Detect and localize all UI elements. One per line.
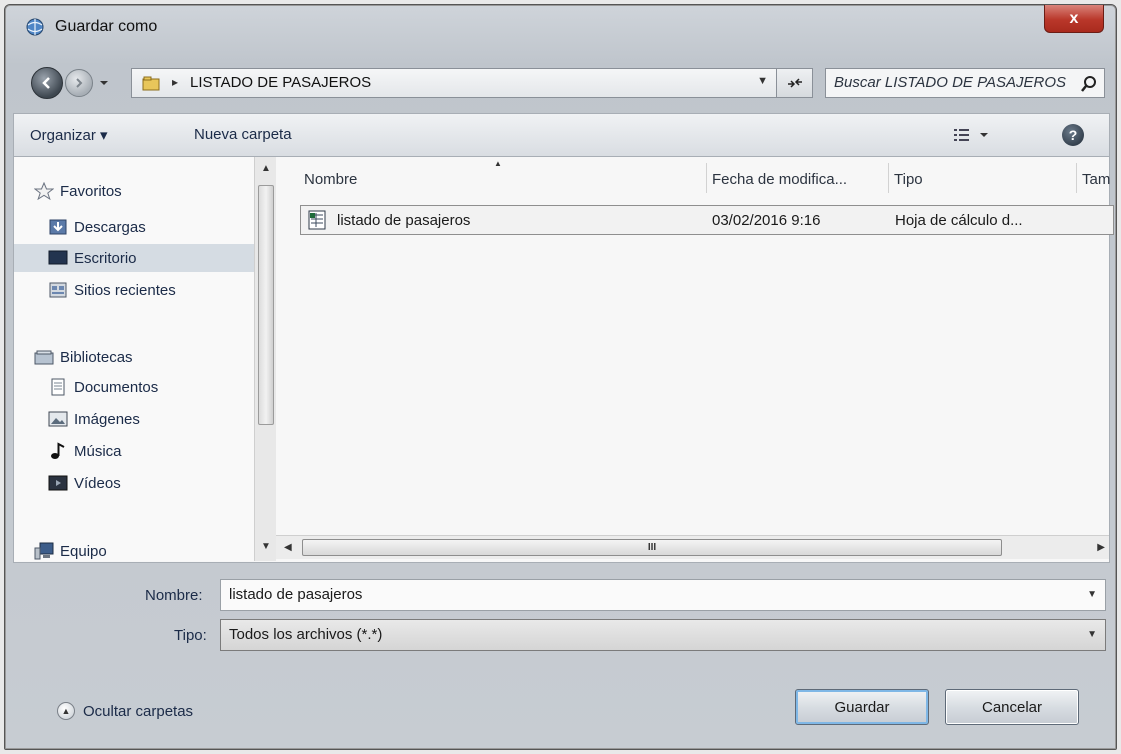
sidebar-item-videos[interactable]: Vídeos [14, 469, 254, 497]
videos-icon [48, 475, 68, 491]
file-date: 03/02/2016 9:16 [712, 212, 821, 229]
column-header-name[interactable]: Nombre [304, 171, 357, 188]
cancel-button[interactable]: Cancelar [945, 689, 1079, 725]
back-button[interactable] [31, 67, 63, 99]
recent-places-icon [49, 282, 67, 298]
file-type: Hoja de cálculo d... [895, 212, 1023, 229]
star-icon [34, 182, 54, 200]
documents-icon [51, 378, 65, 396]
search-icon[interactable] [1080, 75, 1098, 93]
dialog-title: Guardar como [55, 18, 158, 35]
sidebar-item-label: Bibliotecas [60, 348, 133, 366]
search-box[interactable]: Buscar LISTADO DE PASAJEROS [825, 68, 1105, 98]
chevron-down-icon[interactable]: ▼ [1087, 629, 1097, 640]
hide-folders-toggle[interactable]: ▲ Ocultar carpetas [57, 702, 193, 720]
column-divider[interactable] [888, 163, 889, 193]
scroll-down-arrow-icon[interactable]: ▼ [261, 541, 271, 552]
search-input[interactable]: Buscar LISTADO DE PASAJEROS [834, 74, 1066, 91]
close-button[interactable]: x [1044, 5, 1104, 33]
help-button[interactable]: ? [1062, 124, 1084, 146]
new-folder-button[interactable]: Nueva carpeta [194, 126, 292, 143]
collapse-arrow-icon: ▲ [57, 702, 75, 720]
breadcrumb-chevron-icon[interactable]: ▸ [172, 75, 178, 89]
scroll-up-arrow-icon[interactable]: ▲ [261, 163, 271, 174]
sidebar-item-label: Música [74, 442, 122, 460]
forward-button[interactable] [65, 69, 93, 97]
sidebar-item-musica[interactable]: Música [14, 437, 254, 465]
sidebar-item-label: Descargas [74, 218, 146, 236]
file-list-horizontal-scrollbar[interactable]: ◀ III ▶ [276, 535, 1109, 559]
column-header-type[interactable]: Tipo [894, 171, 923, 188]
title-bar[interactable]: Guardar como x [5, 5, 1116, 55]
music-icon [51, 442, 65, 459]
forward-arrow-icon [76, 78, 83, 88]
organize-menu-button[interactable]: Organizar ▾ [30, 126, 108, 144]
column-divider[interactable] [1076, 163, 1077, 193]
recent-locations-dropdown-icon[interactable] [97, 76, 111, 90]
sort-indicator-icon: ▲ [494, 159, 502, 168]
app-globe-icon [26, 18, 44, 36]
scroll-thumb[interactable]: III [302, 539, 1002, 556]
libraries-icon [34, 350, 54, 365]
pictures-icon [48, 411, 68, 427]
back-arrow-icon [42, 77, 50, 89]
sidebar-item-label: Favoritos [60, 182, 122, 200]
change-view-icon[interactable] [950, 124, 1000, 146]
sidebar-item-favoritos[interactable]: Favoritos [14, 177, 254, 205]
column-header-size[interactable]: Tam [1082, 171, 1110, 188]
file-type-label: Tipo: [174, 627, 207, 644]
sidebar-item-descargas[interactable]: Descargas [14, 213, 254, 241]
file-type-value[interactable]: Todos los archivos (*.*) [229, 626, 382, 643]
file-name-field[interactable]: listado de pasajeros ▼ [220, 579, 1106, 611]
file-list-pane: Nombre ▲ Fecha de modifica... Tipo Tam l… [276, 157, 1114, 561]
sidebar-item-equipo[interactable]: Equipo [14, 537, 254, 565]
breadcrumb-current-folder[interactable]: LISTADO DE PASAJEROS [190, 74, 371, 91]
column-header-date[interactable]: Fecha de modifica... [712, 171, 847, 188]
save-as-dialog: Guardar como x ▸ LISTADO DE PASAJEROS ▼ [4, 4, 1117, 750]
hide-folders-label: Ocultar carpetas [83, 702, 194, 720]
file-name-label: Nombre: [145, 587, 203, 604]
scroll-thumb-grip: III [647, 542, 657, 553]
file-type-select[interactable]: Todos los archivos (*.*) ▼ [220, 619, 1106, 651]
downloads-folder-icon [49, 219, 67, 235]
scroll-right-arrow-icon[interactable]: ▶ [1097, 542, 1105, 553]
column-divider[interactable] [706, 163, 707, 193]
sidebar-item-imagenes[interactable]: Imágenes [14, 405, 254, 433]
address-dropdown-icon[interactable]: ▼ [757, 75, 768, 87]
sidebar-item-escritorio[interactable]: Escritorio [14, 244, 254, 272]
address-bar[interactable]: ▸ LISTADO DE PASAJEROS ▼ [131, 68, 777, 98]
file-name-value[interactable]: listado de pasajeros [229, 586, 362, 603]
sidebar-item-sitios-recientes[interactable]: Sitios recientes [14, 276, 254, 304]
file-row[interactable]: listado de pasajeros 03/02/2016 9:16 Hoj… [300, 205, 1114, 235]
file-name: listado de pasajeros [337, 212, 471, 229]
sidebar-item-label: Sitios recientes [74, 281, 176, 299]
computer-icon [34, 542, 54, 560]
desktop-icon [48, 250, 68, 265]
folder-icon [142, 76, 160, 91]
command-toolbar: Organizar ▾ Nueva carpeta ? [13, 113, 1110, 157]
browser-body: Favoritos Descargas Escritorio Sitios re… [13, 157, 1114, 563]
sidebar-item-bibliotecas[interactable]: Bibliotecas [14, 343, 254, 371]
sidebar-item-label: Documentos [74, 378, 159, 396]
save-button[interactable]: Guardar [795, 689, 929, 725]
sidebar-item-label: Vídeos [74, 474, 121, 492]
navigation-pane-scrollbar[interactable]: ▲ ▼ [254, 157, 276, 561]
address-row: ▸ LISTADO DE PASAJEROS ▼ Buscar LISTADO … [5, 63, 1116, 103]
scroll-thumb[interactable] [258, 185, 274, 425]
refresh-icon [787, 78, 802, 88]
refresh-button[interactable] [777, 68, 813, 98]
scroll-left-arrow-icon[interactable]: ◀ [284, 542, 292, 553]
navigation-pane: Favoritos Descargas Escritorio Sitios re… [14, 157, 254, 561]
sidebar-item-label: Escritorio [74, 249, 137, 267]
sidebar-item-label: Imágenes [74, 410, 140, 428]
chevron-down-icon[interactable]: ▼ [1087, 589, 1097, 600]
spreadsheet-file-icon [308, 210, 326, 230]
sidebar-item-documentos[interactable]: Documentos [14, 373, 254, 401]
sidebar-item-label: Equipo [60, 542, 107, 560]
